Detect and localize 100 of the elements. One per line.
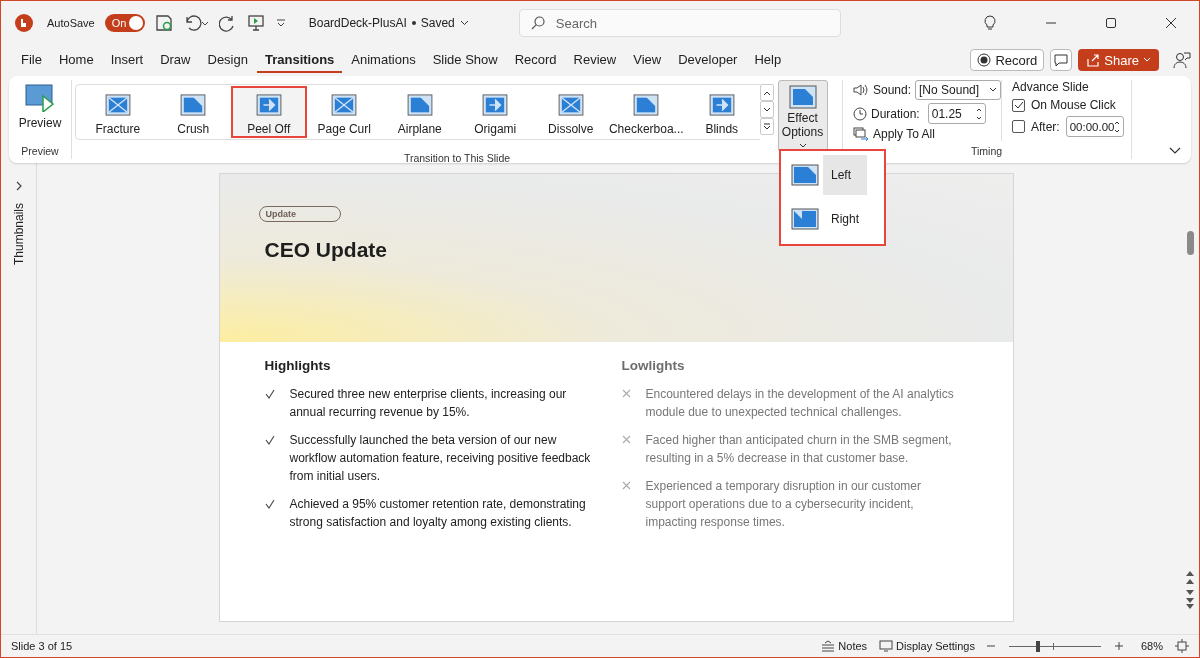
dot-icon [411, 21, 416, 25]
record-button[interactable]: Record [970, 49, 1045, 71]
customize-icon[interactable] [274, 17, 287, 29]
fit-to-window-icon[interactable] [1175, 639, 1189, 653]
check-icon [264, 499, 275, 509]
cross-icon [621, 389, 631, 398]
column-heading: Highlights [264, 358, 332, 373]
slide-title: CEO Update [264, 238, 387, 262]
effect-options-button[interactable]: Effect Options [777, 80, 828, 152]
effect-option[interactable]: Right [787, 199, 867, 239]
transition-option[interactable]: Origami [457, 86, 533, 138]
ribbon-tab[interactable]: View [625, 47, 670, 73]
transition-option[interactable]: Dissolve [533, 86, 609, 138]
ribbon-tab[interactable]: Slide Show [424, 47, 506, 73]
share-icon [1086, 53, 1101, 67]
transition-option[interactable]: Airplane [382, 86, 458, 138]
transition-thumbnail-icon [103, 94, 132, 116]
group-label: Transition to This Slide [403, 152, 511, 166]
on-mouse-click-checkbox[interactable]: On Mouse Click [1012, 98, 1124, 112]
chevron-down-icon [1143, 57, 1151, 63]
sound-dropdown[interactable]: [No Sound] [915, 80, 1001, 100]
ribbon-tab[interactable]: Help [746, 47, 790, 73]
effect-option[interactable]: Left [787, 155, 867, 195]
check-icon [264, 389, 275, 399]
duration-spinner[interactable]: 01.25 [927, 103, 986, 124]
after-checkbox[interactable]: After: [1012, 119, 1060, 134]
search-field[interactable]: Search [518, 9, 841, 37]
ribbon-tab[interactable]: Developer [670, 47, 746, 73]
scrollbar-thumb[interactable] [1186, 231, 1194, 255]
after-time-spinner[interactable]: 00:00.00 [1065, 116, 1124, 137]
transition-thumbnail-icon [556, 94, 585, 116]
notes-icon [821, 640, 836, 652]
apply-to-all-button[interactable]: Apply To All [853, 127, 1001, 141]
speaker-icon [853, 83, 869, 97]
ribbon-tab[interactable]: Review [565, 47, 625, 73]
collapse-ribbon-icon[interactable] [1169, 147, 1181, 155]
scroll-arrows-drawing[interactable] [1185, 570, 1195, 610]
monitor-icon [879, 640, 894, 652]
chevron-up-icon [762, 89, 771, 96]
thumbnails-pane-label[interactable]: Thumbnails [11, 203, 26, 266]
group-label: Timing [971, 145, 1003, 159]
record-icon [977, 53, 992, 67]
transition-option[interactable]: Checkerboa... [608, 86, 684, 138]
peel-effect-icon [788, 85, 817, 109]
transition-option[interactable]: Fracture [80, 86, 156, 138]
close-icon[interactable] [1165, 17, 1177, 29]
presenter-icon[interactable] [246, 14, 265, 32]
share-button[interactable]: Share [1078, 49, 1159, 71]
gallery-down-button[interactable] [759, 101, 774, 118]
bullet-text: Achieved a 95% customer retention rate, demonstrating strong satisfaction and loyalty among existing clients. [289, 496, 587, 531]
ribbon-tab[interactable]: Insert [102, 47, 152, 73]
transition-option[interactable]: Peel Off [231, 86, 307, 138]
preview-button[interactable]: Preview [18, 84, 62, 130]
save-icon[interactable] [154, 14, 173, 32]
sound-label: Sound: [873, 83, 912, 97]
ribbon-tab[interactable]: Animations [343, 47, 424, 73]
lightbulb-icon[interactable] [983, 15, 997, 31]
transition-thumbnail-icon [330, 94, 359, 116]
apply-all-icon [853, 127, 869, 141]
ribbon-tab[interactable]: Record [506, 47, 565, 73]
autosave-label: AutoSave [47, 17, 95, 29]
ribbon-tab[interactable]: Draw [152, 47, 199, 73]
check-icon [264, 435, 275, 445]
app-logo-icon [15, 14, 33, 32]
document-title[interactable]: BoardDeck-PlusAI Saved [308, 16, 469, 30]
zoom-level[interactable]: 68% [1140, 640, 1163, 652]
gallery-more-button[interactable] [759, 118, 774, 135]
spin-arrows-icon [975, 106, 982, 121]
column-heading: Lowlights [621, 358, 686, 373]
display-settings-button[interactable]: Display Settings [879, 640, 975, 652]
bullet-text: Secured three new enterprise clients, increasing our annual recurring revenue by 15%. [289, 386, 568, 421]
coauthor-icon[interactable] [1173, 51, 1191, 69]
transition-thumbnail-icon [179, 94, 208, 116]
transition-option[interactable]: Page Curl [306, 86, 382, 138]
chevron-down-icon [798, 142, 807, 149]
comment-button[interactable] [1050, 49, 1073, 71]
expand-pane-icon[interactable] [14, 181, 23, 191]
notes-button[interactable]: Notes [821, 640, 868, 652]
ribbon-tab[interactable]: Design [199, 47, 256, 73]
checkmark-icon [1013, 100, 1024, 110]
gallery-up-button[interactable] [759, 84, 774, 101]
bullet-text: Encountered delays in the development of the AI analytics module due to unexpected technical challenges. [645, 386, 955, 421]
transition-option[interactable]: Blinds [684, 86, 760, 138]
ribbon-tab[interactable]: File [13, 47, 50, 73]
slide-counter: Slide 3 of 15 [11, 640, 73, 652]
duration-label: Duration: [871, 106, 920, 121]
comment-icon [1054, 53, 1069, 67]
maximize-icon[interactable] [1105, 17, 1117, 29]
chevron-down-icon [762, 106, 771, 113]
transition-option[interactable]: Crush [155, 86, 231, 138]
ribbon-tab[interactable]: Transitions [256, 47, 343, 73]
zoom-in-icon[interactable] [1114, 642, 1123, 650]
zoom-slider[interactable] [1006, 640, 1103, 652]
clock-icon [853, 106, 867, 121]
autosave-toggle[interactable]: On [104, 14, 145, 32]
transition-thumbnail-icon [405, 94, 434, 116]
ribbon-tab[interactable]: Home [50, 47, 102, 73]
expand-icon [762, 122, 771, 131]
bullet-text: Faced higher than anticipated churn in the SMB segment, resulting in a 5% decrease in that customer base. [645, 432, 953, 467]
bullet-text: Successfully launched the beta version of our new workflow automation feature, receiving positive feedback from initial users. [289, 432, 592, 485]
